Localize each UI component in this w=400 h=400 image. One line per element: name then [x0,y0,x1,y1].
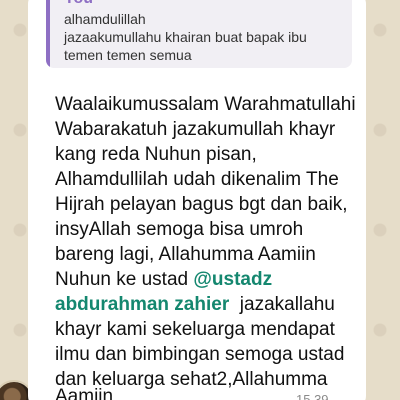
message-text-line: bareng lagi, Allahumma Aamiin [55,244,316,265]
reply-text-line: temen temen semua [64,47,192,63]
message-text-line: abdurahman zahier jazakallahu [55,293,335,317]
message-text-line: khayr kami sekeluarga mendapat [55,319,335,340]
message-text-line: Hijrah pelayan bagus bgt dan baik, [55,194,348,215]
reply-author: You [64,0,93,8]
mention-link[interactable]: abdurahman zahier [55,294,229,315]
mention-link[interactable]: @ustadz [193,269,272,290]
message-text-line: insyAllah semoga bisa umroh [55,219,304,240]
quoted-reply[interactable]: You alhamdulillah jazaakumullahu khairan… [46,0,352,68]
message-text-line: Wabarakatuh jazakumullah khayr [55,119,336,140]
message-timestamp: 15.39 [296,392,329,400]
reply-text-line: jazaakumullahu khairan buat bapak ibu [64,29,307,45]
message-text: jazakallahu [229,294,335,315]
reply-text-line: alhamdulillah [64,11,146,27]
message-text-line: Nuhun ke ustad @ustadz [55,268,272,292]
message-text: Nuhun ke ustad [55,269,194,290]
message-text-line: ilmu dan bimbingan semoga ustad [55,344,345,365]
message-text-line: Alhamdullilah udah dikenalim The [55,169,339,190]
reply-accent-bar [46,0,50,68]
message-text-line: Waalaikumussalam Warahmatullahi [55,94,356,115]
message-text-line: kang reda Nuhun pisan, [55,144,257,165]
message-text-line: Aamiin [55,386,114,400]
